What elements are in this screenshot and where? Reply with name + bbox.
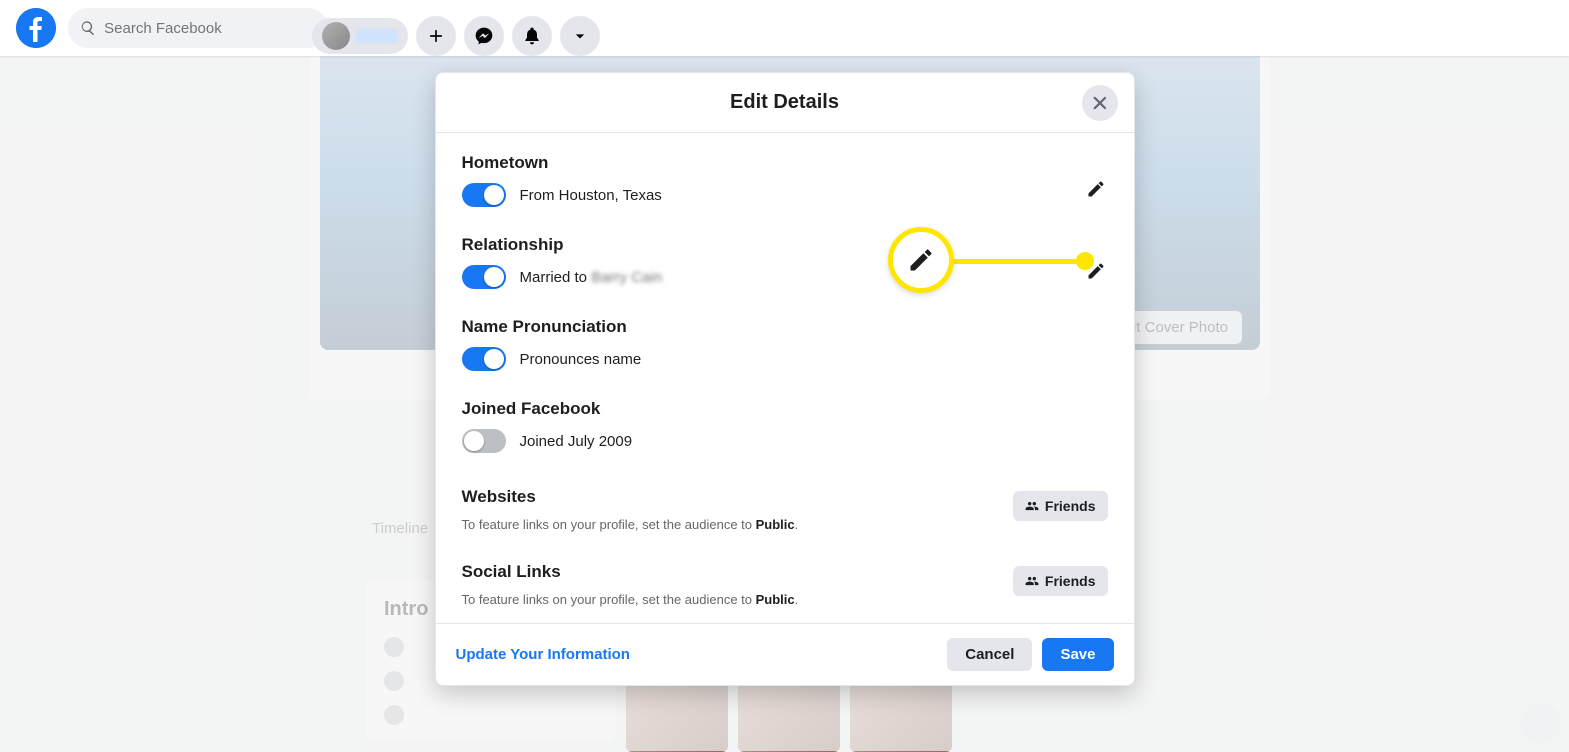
section-title-relationship: Relationship: [462, 235, 1108, 255]
plus-icon: [426, 26, 446, 46]
account-menu-button[interactable]: [560, 16, 600, 56]
section-title-websites: Websites: [462, 487, 1108, 507]
pencil-icon: [1086, 179, 1106, 199]
edit-details-modal: Edit Details Hometown From Houston, Texa…: [435, 72, 1135, 686]
toggle-pronunciation[interactable]: [462, 347, 506, 371]
bell-icon: [522, 26, 542, 46]
toggle-joined[interactable]: [462, 429, 506, 453]
modal-title: Edit Details: [730, 91, 839, 114]
close-icon: [1090, 93, 1110, 113]
modal-body: Hometown From Houston, Texas Relationshi…: [436, 133, 1134, 623]
search-wrap[interactable]: [68, 8, 328, 48]
modal-header: Edit Details: [436, 73, 1134, 133]
toggle-relationship[interactable]: [462, 265, 506, 289]
pronunciation-text: Pronounces name: [520, 351, 642, 368]
friends-icon: [1025, 574, 1039, 588]
websites-audience-label: Friends: [1045, 498, 1096, 514]
update-information-link[interactable]: Update Your Information: [456, 646, 630, 663]
close-button[interactable]: [1082, 85, 1118, 121]
profile-name-blurred: [356, 29, 398, 43]
section-title-hometown: Hometown: [462, 153, 1108, 173]
friends-icon: [1025, 499, 1039, 513]
facebook-logo[interactable]: [16, 8, 56, 48]
messenger-icon: [474, 26, 494, 46]
hometown-text: From Houston, Texas: [520, 187, 662, 204]
section-pronunciation: Name Pronunciation Pronounces name: [462, 317, 1108, 371]
profile-chip[interactable]: [312, 18, 408, 54]
section-hometown: Hometown From Houston, Texas: [462, 153, 1108, 207]
search-icon: [80, 19, 96, 37]
social-audience-button[interactable]: Friends: [1013, 566, 1108, 596]
chevron-down-icon: [570, 26, 590, 46]
section-websites: Websites To feature links on your profil…: [462, 487, 1108, 532]
section-social: Social Links To feature links on your pr…: [462, 562, 1108, 607]
section-title-social: Social Links: [462, 562, 1108, 582]
websites-audience-button[interactable]: Friends: [1013, 491, 1108, 521]
messenger-button[interactable]: [464, 16, 504, 56]
section-joined: Joined Facebook Joined July 2009: [462, 399, 1108, 453]
social-audience-label: Friends: [1045, 573, 1096, 589]
section-title-joined: Joined Facebook: [462, 399, 1108, 419]
edit-hometown-button[interactable]: [1084, 177, 1108, 201]
search-input[interactable]: [104, 20, 316, 37]
toggle-hometown[interactable]: [462, 183, 506, 207]
relationship-text: Married to Barry Cain: [520, 269, 663, 286]
modal-footer: Update Your Information Cancel Save: [436, 623, 1134, 685]
websites-subtext: To feature links on your profile, set th…: [462, 517, 1108, 532]
section-relationship: Relationship Married to Barry Cain: [462, 235, 1108, 289]
notifications-button[interactable]: [512, 16, 552, 56]
create-button[interactable]: [416, 16, 456, 56]
topbar-right: [312, 16, 600, 56]
save-button[interactable]: Save: [1042, 638, 1113, 671]
topbar: [0, 0, 1569, 56]
edit-relationship-button[interactable]: [1084, 259, 1108, 283]
avatar: [322, 22, 350, 50]
social-subtext: To feature links on your profile, set th…: [462, 592, 1108, 607]
section-title-pronunciation: Name Pronunciation: [462, 317, 1108, 337]
cancel-button[interactable]: Cancel: [947, 638, 1032, 671]
pencil-icon: [1086, 261, 1106, 281]
joined-text: Joined July 2009: [520, 433, 633, 450]
